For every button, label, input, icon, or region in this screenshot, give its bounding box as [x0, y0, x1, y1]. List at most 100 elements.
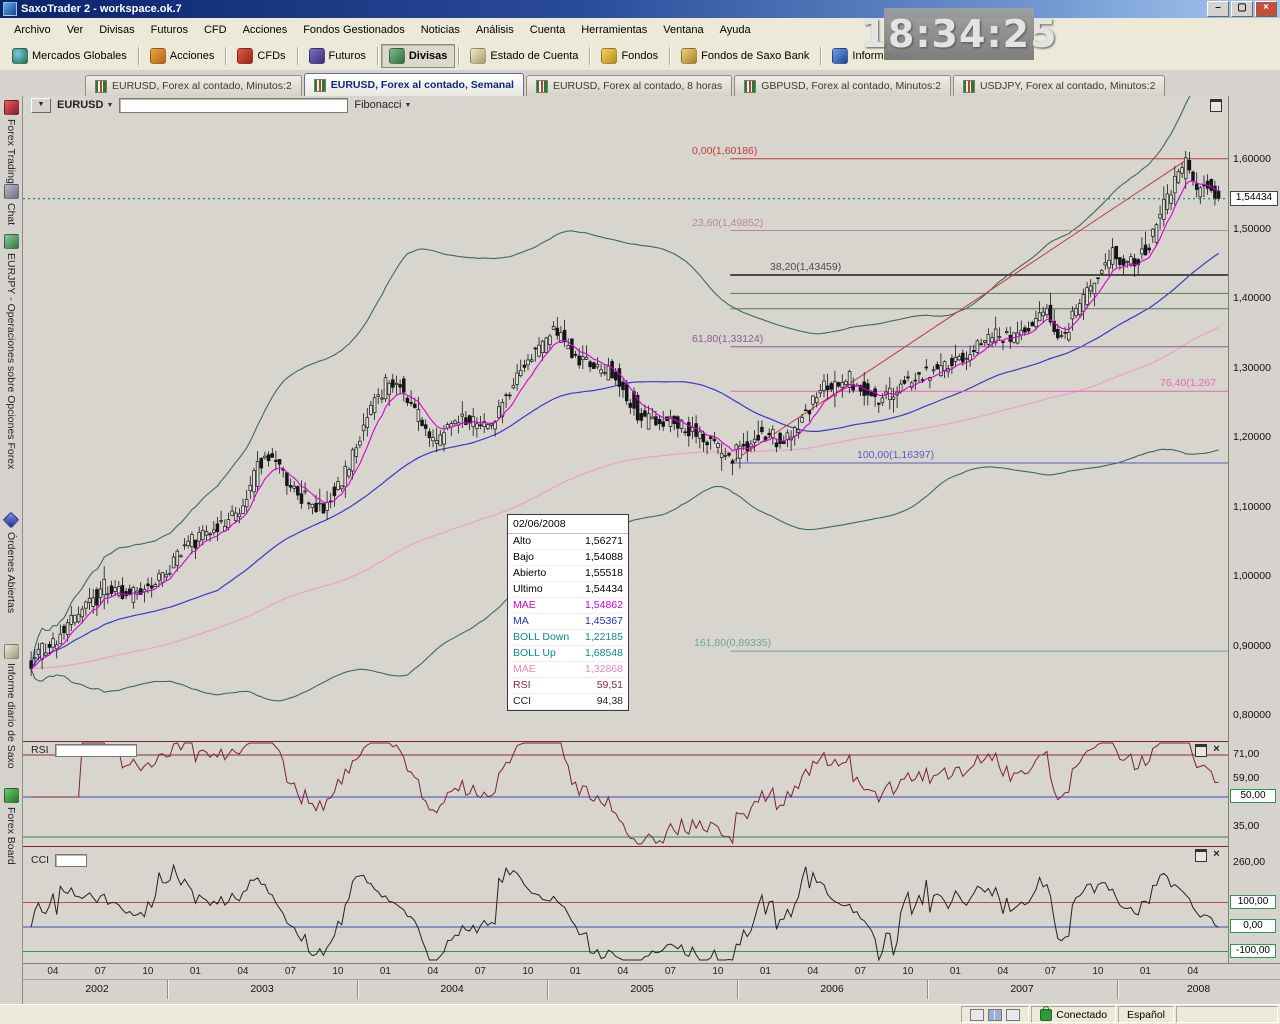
sidebar-item-forex-board[interactable]: Forex Board: [1, 788, 21, 865]
x-axis-year-label: 2007: [1002, 983, 1042, 995]
price-axis-label: 1,00000: [1233, 570, 1271, 582]
maximize-button[interactable]: ▢: [1231, 1, 1253, 17]
x-axis-ticks[interactable]: 0407100104071001040710010407100104071001…: [23, 963, 1280, 980]
price-axis[interactable]: 1,600001,500001,400001,300001,200001,100…: [1228, 96, 1280, 963]
rsi-settings-input[interactable]: [55, 744, 137, 757]
x-axis-month-label: 04: [994, 966, 1012, 977]
price-axis-label: 1,10000: [1233, 501, 1271, 513]
chart-header: ▼ EURUSD▼ Fibonacci▼: [23, 96, 1228, 114]
status-bar: Conectado Español: [0, 1004, 1280, 1024]
globe-icon: [12, 48, 28, 64]
toolbar-fondos[interactable]: Fondos: [593, 44, 666, 68]
data-window-row: RSI59,51: [508, 678, 628, 694]
cci-panel: CCI ×: [23, 846, 1228, 963]
rsi-axis-label: 71,00: [1233, 748, 1259, 760]
language-text: Español: [1127, 1009, 1165, 1021]
menu-archivo[interactable]: Archivo: [6, 21, 59, 39]
current-price-badge: 1,54434: [1230, 191, 1278, 206]
toolbar-futuros[interactable]: Futuros: [301, 44, 374, 68]
sidebar-item-chat[interactable]: Chat: [1, 184, 21, 225]
toolbar: Mercados Globales Acciones CFDs Futuros …: [0, 42, 1280, 71]
app-icon: [3, 2, 17, 16]
cci-level-badge: 0,00: [1230, 919, 1276, 933]
panel-close-icon[interactable]: ×: [1211, 744, 1222, 755]
menu-herramientas[interactable]: Herramientas: [573, 21, 655, 39]
menu-acciones[interactable]: Acciones: [235, 21, 296, 39]
tab-eurusd-8horas[interactable]: EURUSD, Forex al contado, 8 horas: [526, 75, 732, 96]
clock-display: 18:34:25: [884, 8, 1034, 60]
x-axis-month-label: 04: [614, 966, 632, 977]
x-axis-month-label: 10: [519, 966, 537, 977]
futures-icon: [309, 48, 325, 64]
sidebar-item-ordenes-abiertas[interactable]: Órdenes Abiertas: [1, 512, 21, 613]
fib-level-label: 76,40(1,267: [1158, 377, 1218, 389]
x-axis-month-label: 01: [756, 966, 774, 977]
menu-analisis[interactable]: Análisis: [468, 21, 522, 39]
tab-eurusd-minutos2[interactable]: EURUSD, Forex al contado, Minutos:2: [85, 75, 302, 96]
tab-usdjpy-minutos2[interactable]: USDJPY, Forex al contado, Minutos:2: [953, 75, 1165, 96]
data-window-row: Ultimo1,54434: [508, 582, 628, 598]
toolbar-separator: [820, 47, 821, 65]
cci-settings-input[interactable]: [55, 854, 87, 867]
saxotrader-window: SaxoTrader 2 - workspace.ok.7 – ▢ × Arch…: [0, 0, 1280, 1024]
close-button[interactable]: ×: [1255, 1, 1277, 17]
menu-noticias[interactable]: Noticias: [413, 21, 468, 39]
sidebar-item-eurjpy-opciones[interactable]: EURJPY - Operaciones sobre Opciones Fore…: [1, 234, 21, 469]
data-window-row: MAE1,54862: [508, 598, 628, 614]
menu-futuros[interactable]: Futuros: [143, 21, 196, 39]
menu-ayuda[interactable]: Ayuda: [712, 21, 759, 39]
menu-ver[interactable]: Ver: [59, 21, 92, 39]
open-orders-icon: [3, 512, 20, 529]
x-axis-month-label: 10: [329, 966, 347, 977]
menu-fondos-gestionados[interactable]: Fondos Gestionados: [295, 21, 413, 39]
forex-icon: [389, 48, 405, 64]
menu-cuenta[interactable]: Cuenta: [522, 21, 573, 39]
price-axis-label: 0,90000: [1233, 640, 1271, 652]
symbol-selector[interactable]: EURUSD▼: [57, 99, 113, 111]
chart-menu-button[interactable]: ▼: [31, 98, 51, 113]
year-separator: [737, 980, 738, 999]
tab-gbpusd-minutos2[interactable]: GBPUSD, Forex al contado, Minutos:2: [734, 75, 951, 96]
panel-restore-icon[interactable]: [1210, 99, 1222, 112]
fib-level-label: 0,00(1,60186): [690, 145, 759, 157]
lock-icon: [1040, 1009, 1052, 1021]
rsi-label: RSI: [31, 744, 49, 756]
menu-divisas[interactable]: Divisas: [91, 21, 142, 39]
panel-close-icon[interactable]: ×: [1211, 849, 1222, 860]
chart-icon: [963, 80, 975, 93]
drawing-tool-selector[interactable]: Fibonacci▼: [354, 99, 411, 111]
panel-restore-icon[interactable]: [1195, 849, 1207, 862]
data-window-row: BOLL Up1,68548: [508, 646, 628, 662]
cfd-icon: [237, 48, 253, 64]
data-window-row: MA1,45367: [508, 614, 628, 630]
panel-restore-icon[interactable]: [1195, 744, 1207, 757]
chevron-down-icon: ▼: [106, 102, 113, 109]
x-axis-year-label: 2006: [812, 983, 852, 995]
status-spacer: [1176, 1006, 1278, 1023]
toolbar-mercados-globales[interactable]: Mercados Globales: [4, 44, 135, 68]
menu-ventana[interactable]: Ventana: [655, 21, 711, 39]
tab-eurusd-semanal[interactable]: EURUSD, Forex al contado, Semanal: [304, 73, 524, 96]
toolbar-acciones[interactable]: Acciones: [142, 44, 223, 68]
data-window-row: Bajo1,54088: [508, 550, 628, 566]
x-axis-month-label: 10: [899, 966, 917, 977]
x-axis-year-label: 2002: [77, 983, 117, 995]
menu-cfd[interactable]: CFD: [196, 21, 235, 39]
sidebar-item-informe-diario[interactable]: Informe diario de Saxo: [1, 644, 21, 769]
minimize-button[interactable]: –: [1207, 1, 1229, 17]
chart-data-window: 02/06/2008 Alto1,56271 Bajo1,54088 Abier…: [507, 514, 629, 711]
chart-icon: [536, 80, 548, 93]
chart-search-input[interactable]: [119, 98, 348, 113]
toolbar-separator: [297, 47, 298, 65]
data-window-row: MAE1,32868: [508, 662, 628, 678]
toolbar-cfds[interactable]: CFDs: [229, 44, 293, 68]
language-indicator: Español: [1118, 1006, 1174, 1023]
sidebar-item-forex-trading[interactable]: Forex Trading: [1, 100, 21, 184]
account-icon: [470, 48, 486, 64]
toolbar-fondos-saxo-bank[interactable]: Fondos de Saxo Bank: [673, 44, 817, 68]
main-chart-panel: ▼ EURUSD▼ Fibonacci▼ 02/06/2008 Alto1,56…: [23, 96, 1228, 741]
side-panel-strip: Forex Trading Chat EURJPY - Operaciones …: [0, 96, 23, 1005]
x-axis-year-label: 2008: [1179, 983, 1219, 995]
toolbar-divisas[interactable]: Divisas: [381, 44, 456, 68]
toolbar-estado-de-cuenta[interactable]: Estado de Cuenta: [462, 44, 586, 68]
